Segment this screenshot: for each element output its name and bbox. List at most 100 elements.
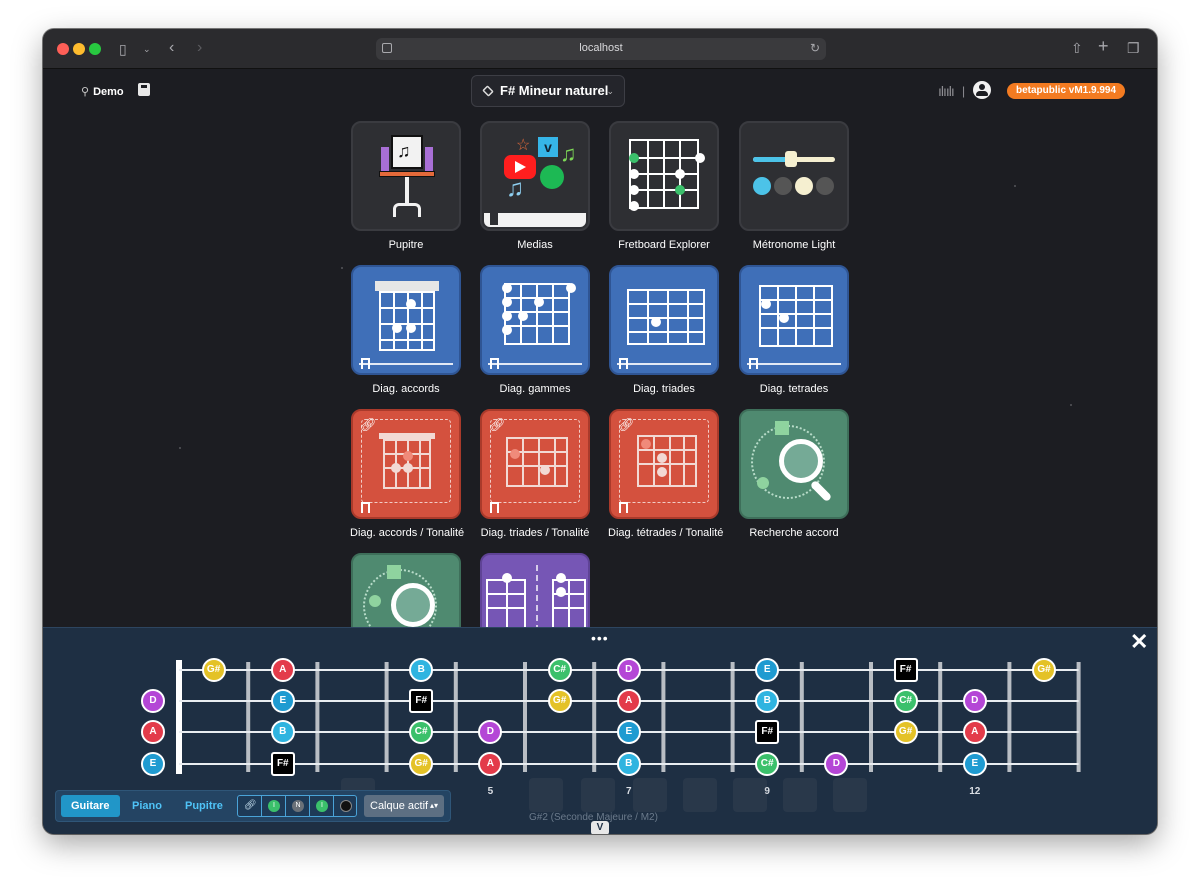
back-icon[interactable]: ‹: [169, 40, 174, 56]
fretboard-note[interactable]: F#: [755, 720, 780, 744]
fret-line: [246, 662, 251, 772]
fretboard-note[interactable]: D: [962, 689, 987, 713]
mini-fretboard: [629, 139, 699, 209]
new-tab-icon[interactable]: +: [1098, 37, 1109, 55]
beat-dot: [816, 177, 834, 195]
deco: [393, 203, 421, 217]
fretboard-note[interactable]: G#: [201, 658, 226, 682]
save-icon[interactable]: [138, 83, 150, 96]
reload-icon[interactable]: ↻: [810, 41, 820, 55]
url-text: localhost: [579, 42, 623, 54]
tile-label: Métronome Light: [752, 239, 836, 251]
fretboard-note[interactable]: G#: [547, 689, 572, 713]
minimize-window-button[interactable]: [73, 43, 85, 55]
degree-label: I: [316, 800, 328, 812]
degree-toggle[interactable]: I: [310, 796, 334, 816]
tile-label: Medias: [517, 239, 553, 251]
fretboard-note[interactable]: E: [141, 752, 165, 776]
fretboard-note[interactable]: C#: [893, 689, 918, 713]
note-toggle[interactable]: N: [286, 796, 310, 816]
ghost-tile: [683, 778, 717, 812]
tile-diag-triades[interactable]: Diag. triades: [608, 265, 720, 395]
fretboard-note[interactable]: B: [270, 720, 295, 744]
star-dot: [341, 267, 343, 269]
metronome-icon: [739, 121, 849, 231]
user-avatar-icon[interactable]: [973, 81, 991, 99]
tile-diag-accords-tonalite[interactable]: 🔗︎ Diag. accords / Tonalité: [350, 409, 465, 539]
fretboard-note[interactable]: E: [270, 689, 295, 713]
fretboard-note[interactable]: C#: [409, 720, 434, 744]
link-toggle[interactable]: 🔗︎: [238, 796, 262, 816]
bookmark-icon: [619, 502, 628, 513]
tile-label: Pupitre: [388, 239, 424, 251]
fretboard-note[interactable]: C#: [755, 752, 780, 776]
tile-diag-tetrades-tonalite[interactable]: 🔗︎ Diag. tétrades / Tonalité: [608, 409, 724, 539]
collapse-panel-icon[interactable]: V: [591, 821, 609, 834]
version-badge: betapublic vM1.9.994: [1007, 83, 1126, 99]
fretboard-note[interactable]: F#: [409, 689, 434, 713]
fretboard-note[interactable]: F#: [893, 658, 918, 682]
tabs-overview-icon[interactable]: ❐: [1127, 41, 1140, 55]
slider-fill: [753, 157, 789, 162]
music-note-icon: ♫: [506, 175, 524, 202]
tile-diag-triades-tonalite[interactable]: 🔗︎ Diag. triades / Tonalité: [479, 409, 591, 539]
fretboard-note[interactable]: B: [755, 689, 780, 713]
fretboard-note[interactable]: E: [616, 720, 641, 744]
tile-diag-gammes[interactable]: Diag. gammes: [479, 265, 591, 395]
tile-diag-tetrades[interactable]: Diag. tetrades: [738, 265, 850, 395]
fretboard-note[interactable]: D: [616, 658, 641, 682]
tile-label: Fretboard Explorer: [618, 239, 710, 251]
layer-select[interactable]: Calque actif ▴▾: [364, 795, 444, 817]
tile-diag-accords[interactable]: Diag. accords: [350, 265, 462, 395]
fretboard-note[interactable]: E: [962, 752, 987, 776]
pupitre-tab[interactable]: Pupitre: [175, 795, 233, 817]
fretboard-explorer-icon: [609, 121, 719, 231]
ghost-tile: [581, 778, 615, 812]
fretboard-note[interactable]: C#: [547, 658, 572, 682]
tile-label: Diag. tétrades / Tonalité: [608, 527, 724, 539]
guitar-tab[interactable]: Guitare: [61, 795, 120, 817]
fretboard-note[interactable]: B: [409, 658, 434, 682]
close-window-button[interactable]: [57, 43, 69, 55]
chevron-down-icon[interactable]: ⌄: [143, 42, 151, 56]
bookmark-icon: [490, 213, 498, 225]
tile-recherche-accord[interactable]: Recherche accord: [738, 409, 850, 539]
address-bar[interactable]: localhost ↻: [376, 38, 826, 60]
fretboard-note[interactable]: A: [270, 658, 295, 682]
dot-toggle[interactable]: [334, 796, 358, 816]
fretboard-note[interactable]: A: [616, 689, 641, 713]
piano-tab[interactable]: Piano: [122, 795, 172, 817]
ghost-tile: [833, 778, 867, 812]
scale-selector[interactable]: F# Mineur naturel ⌄: [471, 75, 625, 107]
fretboard-note[interactable]: E: [755, 658, 780, 682]
fretboard-note[interactable]: G#: [893, 720, 918, 744]
fretboard-note[interactable]: A: [962, 720, 987, 744]
fretboard-note[interactable]: A: [141, 720, 165, 744]
mini-fretboard: [504, 283, 570, 345]
triad-key-diagram-icon: 🔗︎: [480, 409, 590, 519]
tile-label: Diag. accords / Tonalité: [350, 527, 465, 539]
interval-toggle[interactable]: I: [262, 796, 286, 816]
sidebar-toggle-icon[interactable]: ▯: [119, 42, 127, 56]
nut: [375, 281, 439, 291]
beat-dot: [795, 177, 813, 195]
fretboard-note[interactable]: G#: [409, 752, 434, 776]
forward-icon[interactable]: ›: [197, 40, 202, 56]
fretboard-note[interactable]: B: [616, 752, 641, 776]
updown-icon: ▴▾: [429, 801, 438, 810]
audio-wave-icon[interactable]: ılıılı: [938, 83, 955, 99]
star-dot: [1070, 404, 1072, 406]
book-base: [484, 213, 586, 227]
fret-line: [661, 662, 666, 772]
tile-fretboard-explorer[interactable]: Fretboard Explorer: [608, 121, 720, 251]
share-icon[interactable]: ⇧: [1071, 41, 1083, 55]
fretboard-note[interactable]: G#: [1032, 658, 1056, 682]
maximize-window-button[interactable]: [89, 43, 101, 55]
tile-metronome-light[interactable]: Métronome Light: [738, 121, 850, 251]
project-name[interactable]: ⚲ Demo: [81, 85, 124, 98]
fretboard-note[interactable]: F#: [270, 752, 295, 776]
tile-pupitre[interactable]: ♫ Pupitre: [350, 121, 462, 251]
tile-medias[interactable]: v ☆ ♫ ♫ Medias: [479, 121, 591, 251]
fret-line: [799, 662, 804, 772]
fretboard-note[interactable]: D: [141, 689, 165, 713]
